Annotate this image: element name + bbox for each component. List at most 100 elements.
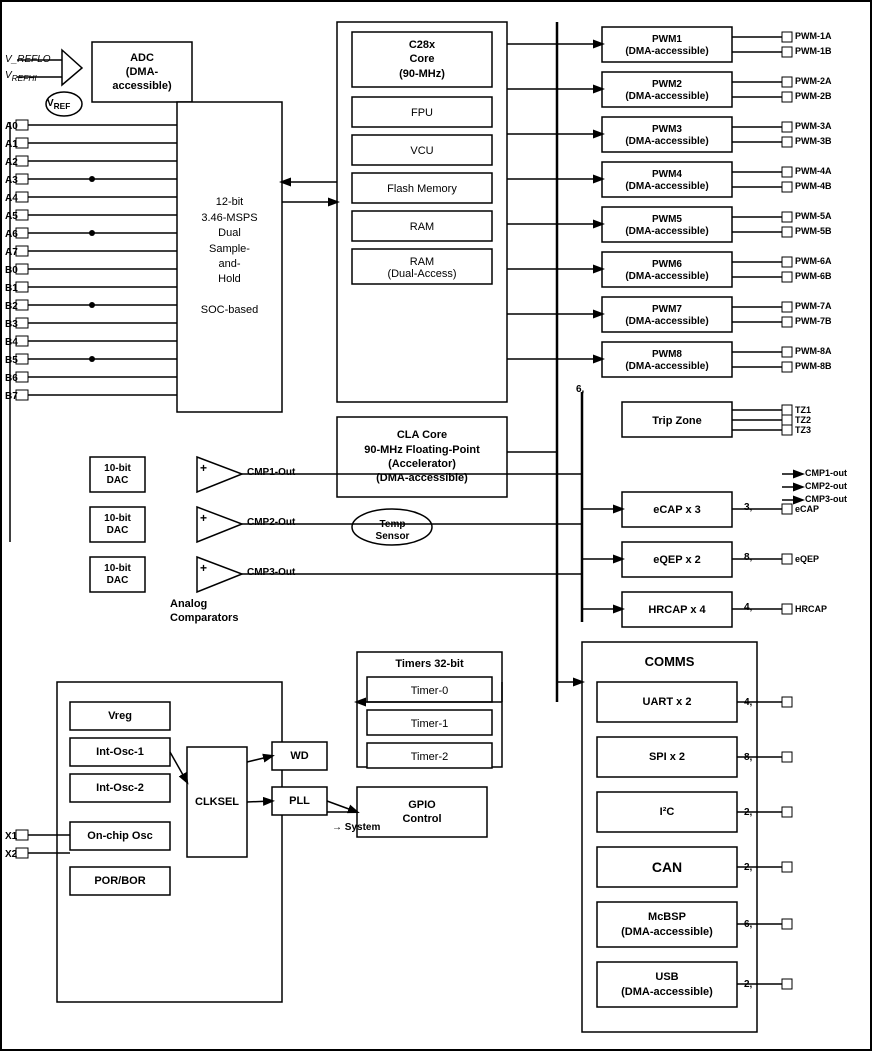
cmp3-out-label: CMP3-Out (247, 567, 295, 578)
vref-label: VREF (47, 98, 70, 111)
ecap-pin: eCAP (795, 504, 819, 514)
hrcap-count: 4, (744, 602, 752, 613)
tz3-pin: TZ3 (795, 425, 811, 435)
b6-label: B6 (5, 373, 18, 384)
timers-label: Timers 32-bit (359, 654, 500, 674)
comms-label: COMMS (584, 644, 755, 679)
can-count: 2, (744, 862, 752, 873)
pwm2-label: PWM2(DMA-accessible) (604, 74, 730, 107)
ram-label: RAM (354, 213, 490, 241)
svg-text:+: + (200, 511, 207, 525)
vreg-label: Vreg (72, 704, 168, 728)
dac3-label: 10-bitDAC (92, 559, 143, 590)
mcbsp-count: 6, (744, 919, 752, 930)
vcu-label: VCU (354, 137, 490, 165)
pwm6a-pin: PWM-6A (795, 256, 832, 266)
intosc2-label: Int-Osc-2 (72, 776, 168, 800)
b2-label: B2 (5, 301, 18, 312)
a3-label: A3 (5, 175, 18, 186)
flash-label: Flash Memory (354, 175, 490, 203)
cmp3-out-pin: CMP3-out (805, 494, 847, 504)
clksel-label: CLKSEL (189, 749, 245, 855)
tz1-pin: TZ1 (795, 405, 811, 415)
pwm7-label: PWM7(DMA-accessible) (604, 299, 730, 332)
a7-label: A7 (5, 247, 18, 258)
uart-count: 4, (744, 697, 752, 708)
block-diagram: + + + (0, 0, 872, 1051)
pwm1-label: PWM1(DMA-accessible) (604, 29, 730, 62)
hrcap-block-label: HRCAP x 4 (624, 594, 730, 625)
pwm8b-pin: PWM-8B (795, 361, 832, 371)
porbor-label: POR/BOR (72, 869, 168, 893)
vreflo-label: V_REFLO (5, 54, 51, 65)
b5-label: B5 (5, 355, 18, 366)
b0-label: B0 (5, 265, 18, 276)
pwm5b-pin: PWM-5B (795, 226, 832, 236)
timer0-label: Timer-0 (369, 679, 490, 702)
cmp2-out-pin: CMP2-out (805, 481, 847, 491)
b4-label: B4 (5, 337, 18, 348)
fpu-label: FPU (354, 99, 490, 127)
can-label: CAN (599, 849, 735, 885)
analog-comparators-label: AnalogComparators (170, 597, 238, 626)
a1-label: A1 (5, 139, 18, 150)
cla-label: CLA Core90-MHz Floating-Point(Accelerato… (339, 419, 505, 495)
b3-label: B3 (5, 319, 18, 330)
pwm3a-pin: PWM-3A (795, 121, 832, 131)
svg-text:+: + (200, 461, 207, 475)
pwm4a-pin: PWM-4A (795, 166, 832, 176)
pwm6b-pin: PWM-6B (795, 271, 832, 281)
x2-label: X2 (5, 849, 17, 860)
tz2-pin: TZ2 (795, 415, 811, 425)
dac1-label: 10-bitDAC (92, 459, 143, 490)
a4-label: A4 (5, 193, 18, 204)
b1-label: B1 (5, 283, 18, 294)
a2-label: A2 (5, 157, 18, 168)
intosc1-label: Int-Osc-1 (72, 740, 168, 764)
spi-count: 8, (744, 752, 752, 763)
hrcap-pin: HRCAP (795, 604, 827, 614)
eqep-count: 8, (744, 552, 752, 563)
pwm4-label: PWM4(DMA-accessible) (604, 164, 730, 197)
pwm1a-pin: PWM-1A (795, 31, 832, 41)
trip-zone-label: Trip Zone (624, 404, 730, 437)
pwm1b-pin: PWM-1B (795, 46, 832, 56)
temp-sensor-label: TempSensor (355, 520, 430, 542)
a5-label: A5 (5, 211, 18, 222)
pwm3b-pin: PWM-3B (795, 136, 832, 146)
a0-label: A0 (5, 121, 18, 132)
pwm5a-pin: PWM-5A (795, 211, 832, 221)
system-label: → System (332, 822, 380, 833)
usb-count: 2, (744, 979, 752, 990)
mcbsp-label: McBSP(DMA-accessible) (599, 904, 735, 945)
pwm8a-pin: PWM-8A (795, 346, 832, 356)
adc-spec-block: 12-bit3.46-MSPSDualSample-and-HoldSOC-ba… (179, 104, 280, 410)
eqep-block-label: eQEP x 2 (624, 544, 730, 575)
ecap-count: 3, (744, 502, 752, 513)
pwm7b-pin: PWM-7B (795, 316, 832, 326)
pwm7a-pin: PWM-7A (795, 301, 832, 311)
cmp2-out-label: CMP2-Out (247, 517, 295, 528)
ram-dual-label: RAM(Dual-Access) (354, 251, 490, 284)
timer1-label: Timer-1 (369, 712, 490, 735)
vrefhi-label: VREFHI (5, 70, 37, 83)
onchip-label: On-chip Osc (72, 824, 168, 848)
pll-label: PLL (274, 789, 325, 813)
adc-block: ADC(DMA-accessible) (94, 44, 190, 100)
i2c-label: I²C (599, 794, 735, 830)
spi-label: SPI x 2 (599, 739, 735, 775)
pwm4b-pin: PWM-4B (795, 181, 832, 191)
pwm8-label: PWM8(DMA-accessible) (604, 344, 730, 377)
c28x-core-label: C28xCore(90-MHz) (354, 34, 490, 85)
ecap-block-label: eCAP x 3 (624, 494, 730, 525)
pwm6-label: PWM6(DMA-accessible) (604, 254, 730, 287)
pwm3-label: PWM3(DMA-accessible) (604, 119, 730, 152)
tz-count: 6, (576, 384, 584, 395)
pwm5-label: PWM5(DMA-accessible) (604, 209, 730, 242)
cmp1-out-label: CMP1-Out (247, 467, 295, 478)
pwm2a-pin: PWM-2A (795, 76, 832, 86)
dac2-label: 10-bitDAC (92, 509, 143, 540)
b7-label: B7 (5, 391, 18, 402)
wd-label: WD (274, 744, 325, 768)
i2c-count: 2, (744, 807, 752, 818)
